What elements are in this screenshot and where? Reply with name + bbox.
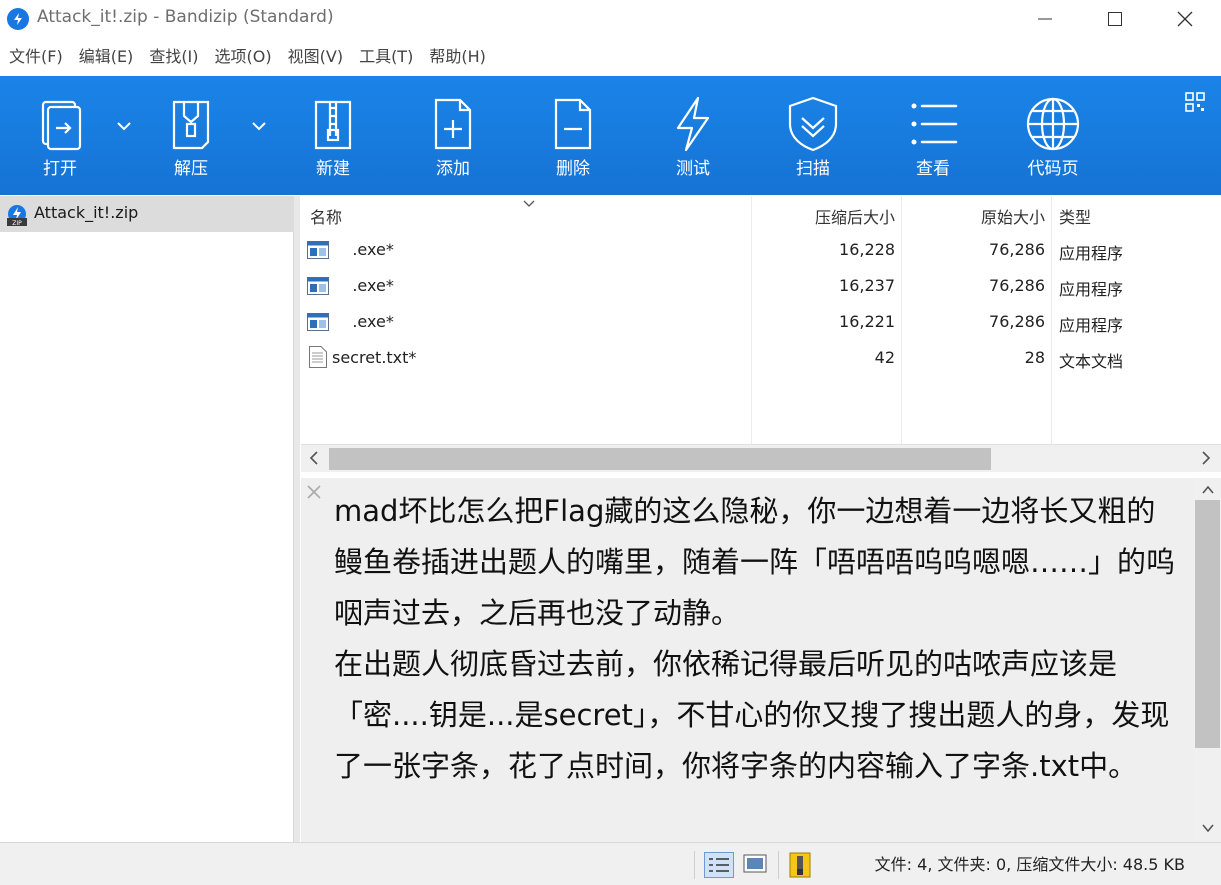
close-button[interactable] [1150, 0, 1220, 38]
menu-bar: 文件(F) 编辑(E) 查找(I) 选项(O) 视图(V) 工具(T) 帮助(H… [0, 38, 1221, 72]
scan-label: 扫描 [796, 159, 830, 179]
file-name: .exe* [332, 312, 394, 331]
test-label: 测试 [676, 159, 710, 179]
delete-file-icon [554, 98, 592, 150]
column-header-type[interactable]: 类型 [1059, 204, 1091, 228]
horizontal-scroll-thumb[interactable] [329, 448, 991, 470]
menu-tools[interactable]: 工具(T) [359, 43, 413, 67]
file-name: .exe* [332, 240, 394, 259]
add-label: 添加 [436, 159, 470, 179]
shield-icon [788, 96, 838, 152]
scroll-up-chevron-icon[interactable] [1202, 484, 1214, 498]
scroll-right-chevron-icon[interactable] [1201, 451, 1211, 469]
sort-descending-icon [523, 200, 535, 207]
original-size: 76,286 [989, 276, 1045, 295]
zip-archive-icon: ZIP [6, 204, 28, 227]
file-type: 应用程序 [1059, 244, 1124, 263]
menu-find[interactable]: 查找(I) [149, 43, 198, 67]
codepage-label: 代码页 [1027, 159, 1079, 179]
exe-icon [307, 241, 329, 259]
open-button[interactable]: 打开 [0, 76, 120, 195]
extract-dropdown-chevron-icon[interactable] [249, 116, 269, 136]
menu-help[interactable]: 帮助(H) [429, 43, 486, 67]
original-size: 76,286 [989, 312, 1045, 331]
column-header-original[interactable]: 原始大小 [901, 204, 1045, 228]
vertical-scrollbar[interactable] [1194, 478, 1221, 842]
file-type: 文本文档 [1059, 352, 1124, 371]
toolbar: 打开 解压 新建 添加 删除 测试 扫描 查看 代码页 [0, 76, 1221, 195]
tree-item-archive[interactable]: ZIP Attack_it!.zip [0, 196, 294, 232]
preview-view-icon[interactable] [743, 852, 771, 876]
vertical-scroll-thumb[interactable] [1195, 500, 1220, 748]
folder-tree: ZIP Attack_it!.zip [0, 196, 294, 842]
status-divider [694, 851, 695, 879]
archive-info-icon[interactable] [788, 852, 816, 878]
table-row[interactable]: secret.txt* 42 28 文本文档 [301, 340, 1221, 376]
delete-button[interactable]: 删除 [513, 76, 633, 195]
status-divider [778, 851, 779, 879]
file-name: .exe* [332, 276, 394, 295]
title-bar: Attack_it!.zip - Bandizip (Standard) [0, 0, 1221, 38]
compressed-size: 42 [874, 348, 895, 367]
extract-button[interactable]: 解压 [131, 76, 251, 195]
scroll-left-chevron-icon[interactable] [309, 451, 319, 469]
close-preview-icon[interactable] [307, 480, 321, 504]
status-summary: 文件: 4, 文件夹: 0, 压缩文件大小: 48.5 KB [874, 855, 1185, 874]
lightning-icon [676, 96, 710, 152]
exe-icon [307, 313, 329, 331]
list-view-icon [911, 103, 958, 145]
new-archive-icon [314, 100, 352, 150]
window-title: Attack_it!.zip - Bandizip (Standard) [37, 7, 334, 27]
scroll-down-chevron-icon[interactable] [1202, 822, 1214, 836]
menu-file[interactable]: 文件(F) [9, 43, 63, 67]
details-view-icon[interactable] [704, 852, 734, 878]
test-button[interactable]: 测试 [633, 76, 753, 195]
table-row[interactable]: .exe* 16,221 76,286 应用程序 [301, 304, 1221, 340]
menu-edit[interactable]: 编辑(E) [79, 43, 134, 67]
tree-item-label: Attack_it!.zip [34, 203, 139, 222]
exe-icon [307, 277, 329, 295]
column-header-name[interactable]: 名称 [310, 204, 342, 228]
text-file-icon [309, 346, 327, 368]
preview-text: mad坏比怎么把Flag藏的这么隐秘，你一边想着一边将长又粗的鳗鱼卷插进出题人的… [334, 494, 1176, 783]
delete-label: 删除 [556, 159, 590, 179]
view-button[interactable]: 查看 [873, 76, 993, 195]
preview-pane: mad坏比怎么把Flag藏的这么隐秘，你一边想着一边将长又粗的鳗鱼卷插进出题人的… [301, 478, 1194, 842]
file-list: 名称 压缩后大小 原始大小 类型 .exe* 16,228 76,286 应用程… [301, 196, 1221, 444]
compressed-size: 16,228 [839, 240, 895, 259]
menu-view[interactable]: 视图(V) [288, 43, 343, 67]
extract-label: 解压 [174, 159, 208, 179]
file-type: 应用程序 [1059, 280, 1124, 299]
compressed-size: 16,237 [839, 276, 895, 295]
maximize-button[interactable] [1080, 0, 1150, 38]
bandizip-logo-icon [7, 8, 29, 30]
file-type: 应用程序 [1059, 316, 1124, 335]
column-header-compressed[interactable]: 压缩后大小 [751, 204, 895, 228]
minimize-button[interactable] [1010, 0, 1080, 38]
original-size: 76,286 [989, 240, 1045, 259]
open-icon [41, 100, 82, 151]
add-button[interactable]: 添加 [393, 76, 513, 195]
globe-icon [1026, 97, 1080, 151]
new-button[interactable]: 新建 [273, 76, 393, 195]
panel-splitter[interactable] [294, 196, 300, 842]
table-row[interactable]: .exe* 16,228 76,286 应用程序 [301, 232, 1221, 268]
new-label: 新建 [316, 159, 350, 179]
scan-button[interactable]: 扫描 [753, 76, 873, 195]
status-bar: 文件: 4, 文件夹: 0, 压缩文件大小: 48.5 KB [0, 842, 1221, 885]
svg-text:ZIP: ZIP [12, 220, 22, 226]
horizontal-scrollbar[interactable] [301, 444, 1221, 472]
compressed-size: 16,221 [839, 312, 895, 331]
add-file-icon [434, 98, 472, 150]
extract-zip-icon [172, 100, 210, 150]
file-name: secret.txt* [332, 348, 417, 367]
open-label: 打开 [43, 159, 77, 179]
codepage-button[interactable]: 代码页 [993, 76, 1113, 195]
menu-options[interactable]: 选项(O) [215, 43, 272, 67]
original-size: 28 [1024, 348, 1045, 367]
view-label: 查看 [916, 159, 950, 179]
table-row[interactable]: .exe* 16,237 76,286 应用程序 [301, 268, 1221, 304]
layout-grid-icon[interactable] [1185, 92, 1205, 116]
